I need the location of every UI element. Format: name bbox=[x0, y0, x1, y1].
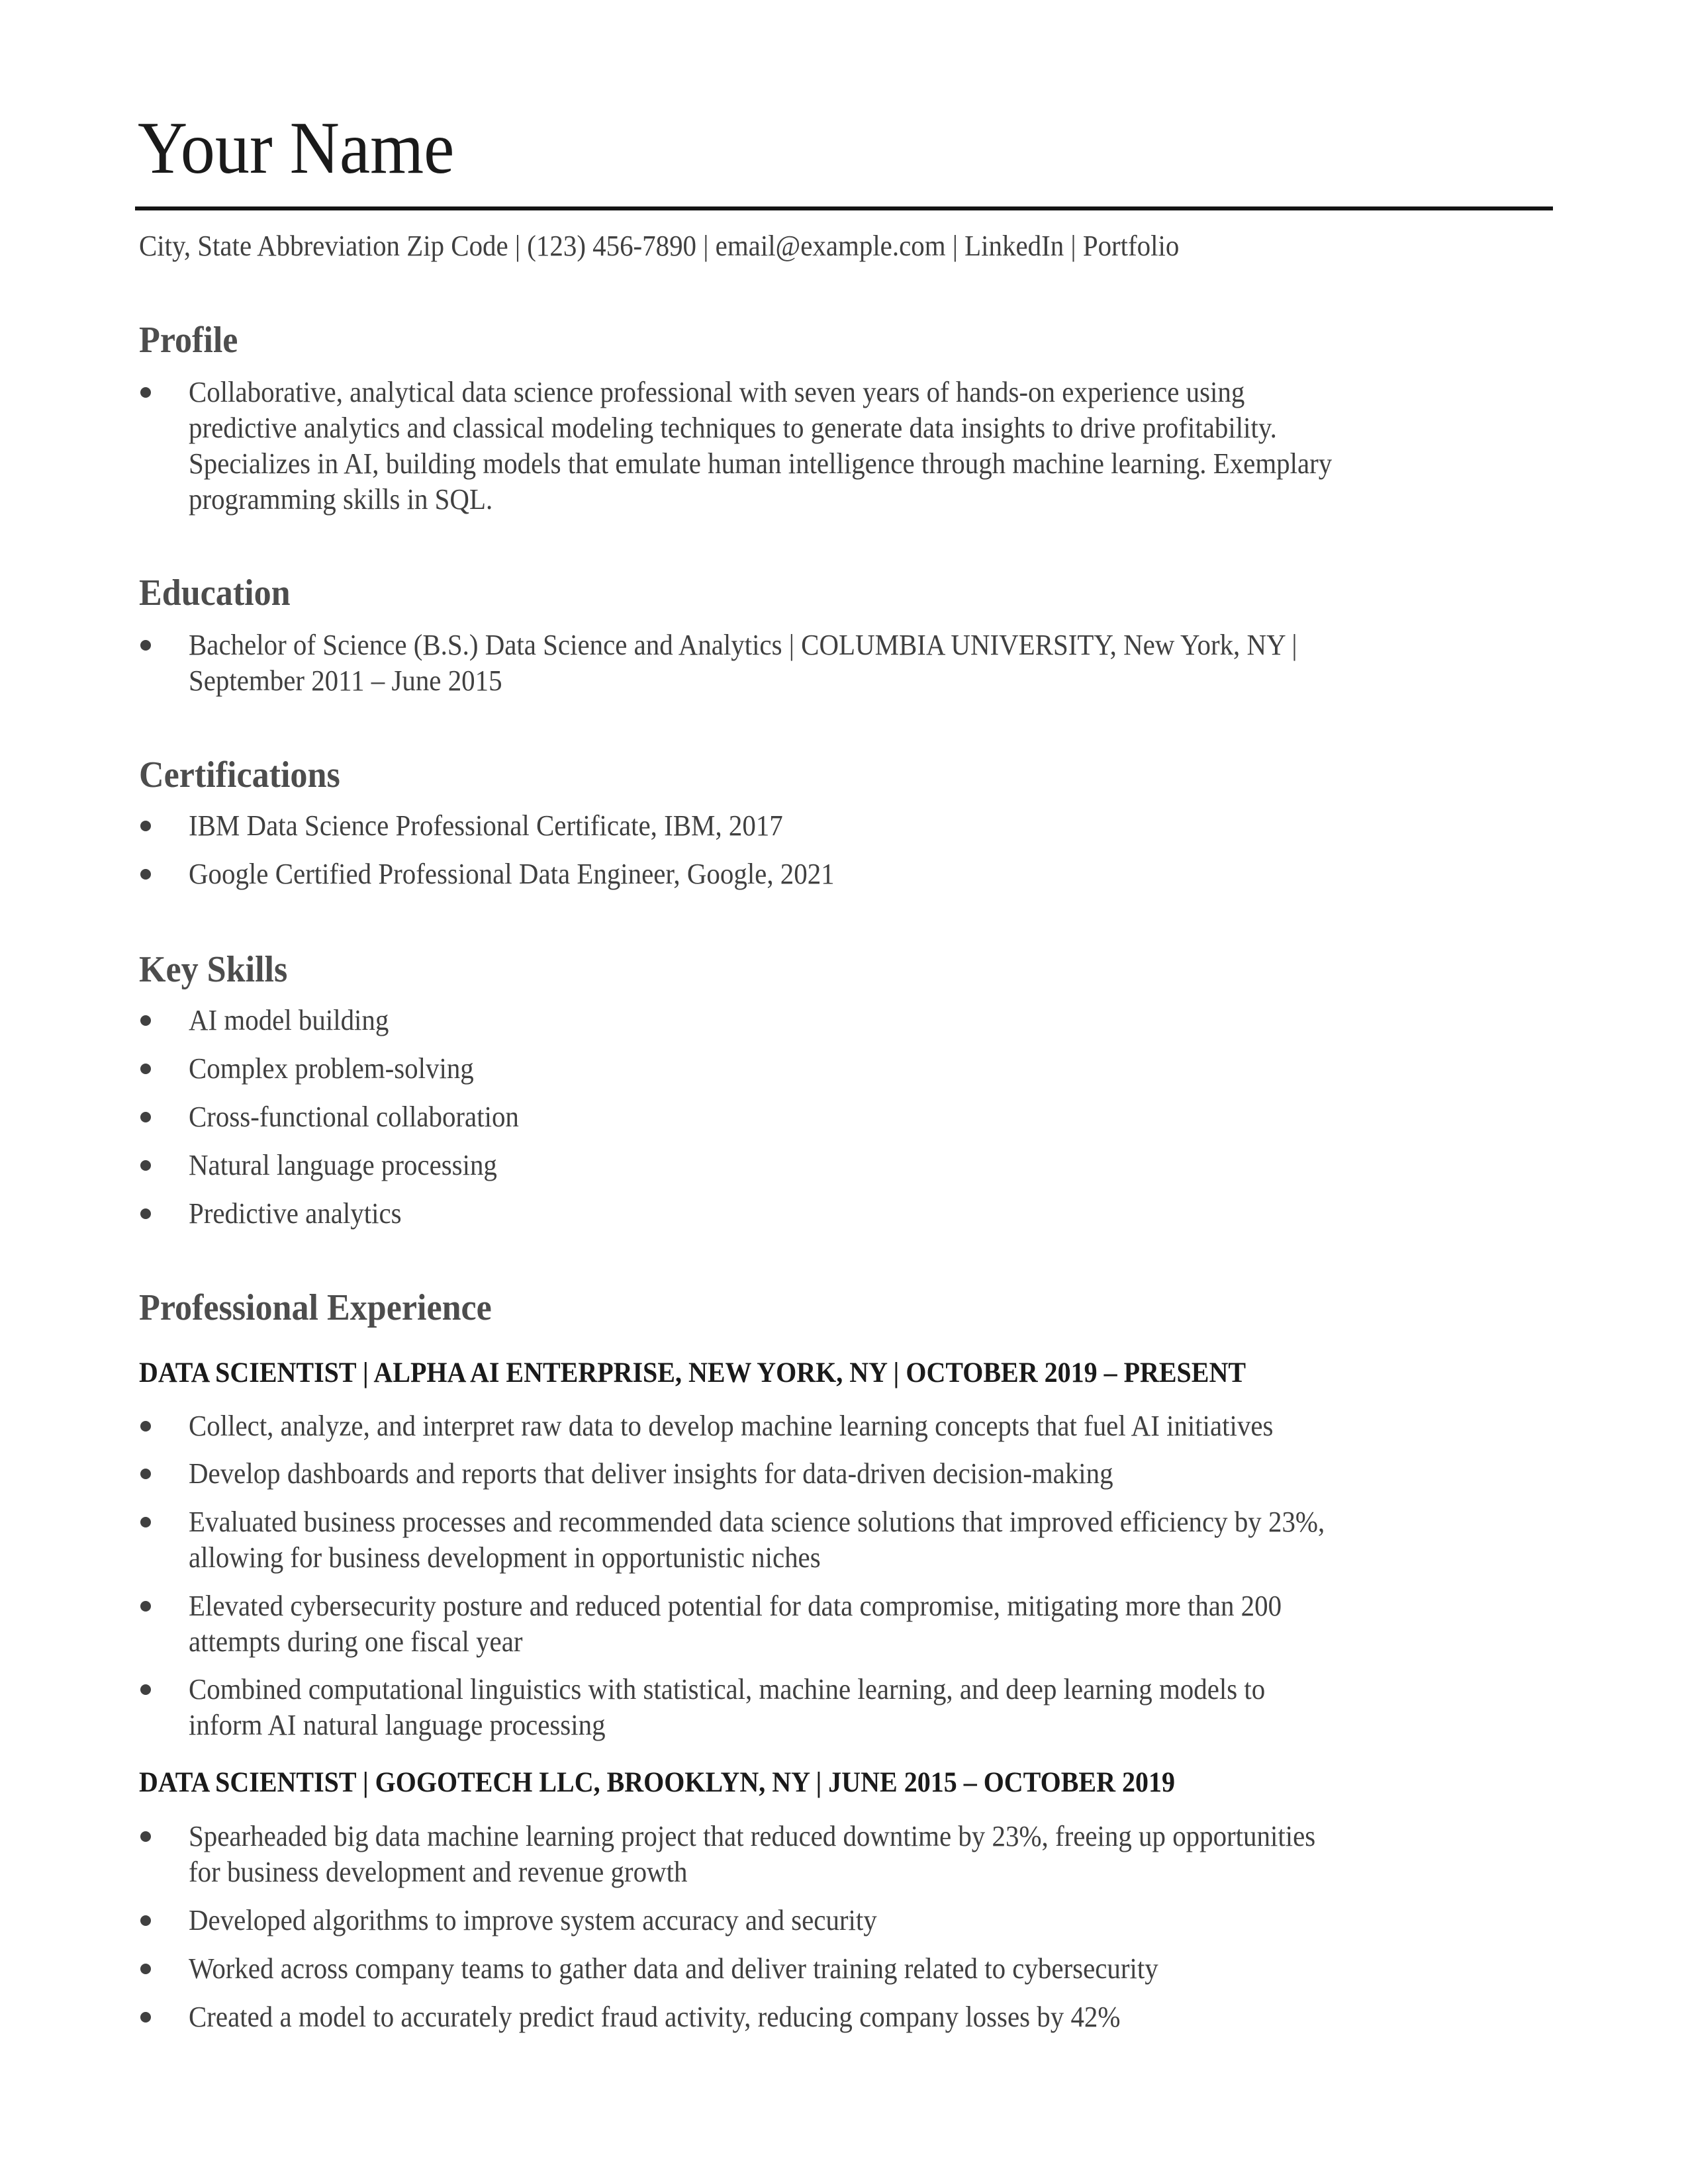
list-item-line: Developed algorithms to improve system a… bbox=[189, 1904, 877, 1936]
list-item-line: Created a model to accurately predict fr… bbox=[189, 2001, 1121, 2033]
list-item-line: Bachelor of Science (B.S.) Data Science … bbox=[189, 629, 1297, 661]
list-item-text: IBM Data Science Professional Certificat… bbox=[189, 808, 827, 844]
list-item-line: Combined computational linguistics with … bbox=[189, 1673, 1266, 1706]
section-title-education: Education bbox=[139, 572, 302, 614]
bullet-icon bbox=[140, 387, 151, 398]
list-item-line: Complex problem-solving bbox=[189, 1052, 474, 1085]
section-title-certifications: Certifications bbox=[139, 754, 355, 796]
list-item-line: allowing for business development in opp… bbox=[189, 1541, 821, 1574]
bullet-icon bbox=[140, 1421, 151, 1432]
bullet-icon bbox=[140, 1831, 151, 1842]
section-title-professional-experience-text: Professional Experience bbox=[139, 1287, 492, 1328]
job-title-alpha-ai: DATA SCIENTIST | ALPHA AI ENTERPRISE, NE… bbox=[139, 1355, 1329, 1391]
list-item-line: Elevated cybersecurity posture and reduc… bbox=[189, 1590, 1282, 1622]
list-item-text: Worked across company teams to gather da… bbox=[189, 1951, 1231, 1987]
candidate-name-text: Your Name bbox=[138, 107, 455, 189]
job-title-alpha-ai-text: DATA SCIENTIST | ALPHA AI ENTERPRISE, NE… bbox=[139, 1357, 1246, 1388]
list-item-line: attempts during one fiscal year bbox=[189, 1625, 523, 1658]
list-item-text: Cross-functional collaboration bbox=[189, 1099, 543, 1135]
list-item-text: Created a model to accurately predict fr… bbox=[189, 1999, 1190, 2035]
list-item-line: Evaluated business processes and recomme… bbox=[189, 1506, 1325, 1538]
list-item-line: inform AI natural language processing bbox=[189, 1709, 606, 1741]
list-item-line: Natural language processing bbox=[189, 1149, 497, 1181]
bullet-icon bbox=[140, 821, 151, 831]
list-item-text: Developed algorithms to improve system a… bbox=[189, 1903, 929, 1938]
list-item-text: Natural language processing bbox=[189, 1148, 520, 1183]
contact-line-text: City, State Abbreviation Zip Code | (123… bbox=[139, 230, 1180, 262]
job-title-gogotech: DATA SCIENTIST | GOGOTECH LLC, BROOKLYN,… bbox=[139, 1765, 1253, 1801]
list-item-text: Develop dashboards and reports that deli… bbox=[189, 1456, 1183, 1492]
bullet-icon bbox=[140, 1915, 151, 1926]
list-item-line: September 2011 – June 2015 bbox=[189, 664, 502, 697]
section-title-key-skills-text: Key Skills bbox=[139, 949, 288, 990]
list-item-text: Collect, analyze, and interpret raw data… bbox=[189, 1408, 1355, 1444]
list-item-line: Cross-functional collaboration bbox=[189, 1101, 519, 1133]
list-item-line: Predictive analytics bbox=[189, 1197, 402, 1230]
list-item-text: Collaborative, analytical data science p… bbox=[189, 375, 1418, 518]
bullet-icon bbox=[140, 869, 151, 880]
list-item-line: predictive analytics and classical model… bbox=[189, 412, 1277, 444]
list-item-line: for business development and revenue gro… bbox=[189, 1856, 688, 1888]
bullet-icon bbox=[140, 1160, 151, 1171]
section-title-profile: Profile bbox=[139, 319, 246, 361]
bullet-icon bbox=[140, 1064, 151, 1074]
section-title-professional-experience: Professional Experience bbox=[139, 1287, 518, 1329]
section-title-certifications-text: Certifications bbox=[139, 754, 340, 796]
bullet-icon bbox=[140, 1684, 151, 1695]
list-item-text: Google Certified Professional Data Engin… bbox=[189, 856, 883, 892]
list-item-line: AI model building bbox=[189, 1004, 389, 1036]
list-item-text: Predictive analytics bbox=[189, 1196, 418, 1232]
bullet-icon bbox=[140, 1015, 151, 1026]
list-item-text: Spearheaded big data machine learning pr… bbox=[189, 1819, 1400, 1890]
bullet-icon bbox=[140, 1112, 151, 1122]
list-item-line: Spearheaded big data machine learning pr… bbox=[189, 1820, 1316, 1852]
bullet-icon bbox=[140, 1208, 151, 1219]
list-item-line: Google Certified Professional Data Engin… bbox=[189, 858, 835, 890]
bullet-icon bbox=[140, 640, 151, 651]
bullet-icon bbox=[140, 1601, 151, 1612]
section-title-profile-text: Profile bbox=[139, 320, 238, 361]
list-item-text: Elevated cybersecurity posture and reduc… bbox=[189, 1588, 1364, 1660]
job-title-gogotech-text: DATA SCIENTIST | GOGOTECH LLC, BROOKLYN,… bbox=[139, 1767, 1175, 1798]
bullet-icon bbox=[140, 1469, 151, 1479]
list-item-text: Bachelor of Science (B.S.) Data Science … bbox=[189, 627, 1381, 699]
section-title-key-skills: Key Skills bbox=[139, 948, 299, 991]
list-item-text: Complex problem-solving bbox=[189, 1051, 495, 1087]
candidate-name: Your Name bbox=[138, 111, 478, 185]
list-item-text: AI model building bbox=[189, 1003, 404, 1038]
list-item-line: Collaborative, analytical data science p… bbox=[189, 376, 1245, 408]
bullet-icon bbox=[140, 2012, 151, 2023]
list-item-line: Specializes in AI, building models that … bbox=[189, 447, 1333, 480]
contact-line: City, State Abbreviation Zip Code | (123… bbox=[139, 228, 1258, 264]
header-divider bbox=[135, 206, 1553, 210]
list-item-text: Evaluated business processes and recomme… bbox=[189, 1504, 1410, 1576]
list-item-line: Develop dashboards and reports that deli… bbox=[189, 1457, 1113, 1490]
list-item-line: Worked across company teams to gather da… bbox=[189, 1952, 1158, 1985]
bullet-icon bbox=[140, 1517, 151, 1527]
list-item-line: Collect, analyze, and interpret raw data… bbox=[189, 1410, 1274, 1442]
section-title-education-text: Education bbox=[139, 572, 291, 614]
bullet-icon bbox=[140, 1964, 151, 1974]
list-item-text: Combined computational linguistics with … bbox=[189, 1672, 1346, 1743]
list-item-line: programming skills in SQL. bbox=[189, 483, 493, 516]
list-item-line: IBM Data Science Professional Certificat… bbox=[189, 809, 783, 842]
